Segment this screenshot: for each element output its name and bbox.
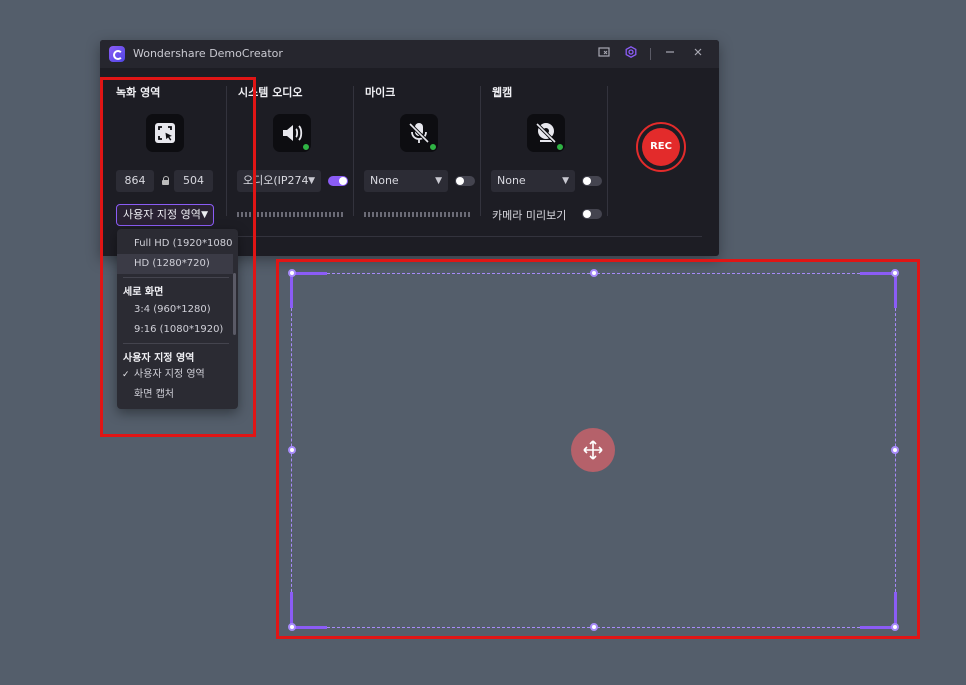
rec-button[interactable]: REC xyxy=(636,122,686,172)
section-divider xyxy=(480,86,481,216)
microphone-value: None xyxy=(370,174,399,187)
resize-handle-top-left[interactable] xyxy=(288,269,296,277)
screenshot-icon[interactable] xyxy=(597,46,611,60)
window-divider xyxy=(232,236,702,237)
corner-marker xyxy=(291,626,327,629)
title-bar-divider xyxy=(650,48,651,60)
move-icon[interactable] xyxy=(571,428,615,472)
settings-icon[interactable] xyxy=(624,46,638,60)
resize-handle-right[interactable] xyxy=(891,446,899,454)
resize-handle-bottom-right[interactable] xyxy=(891,623,899,631)
microphone-title: 마이크 xyxy=(365,86,396,99)
chevron-down-icon: ▼ xyxy=(435,176,442,186)
webcam-dropdown[interactable]: None ▼ xyxy=(491,170,575,192)
resize-handle-bottom-left[interactable] xyxy=(288,623,296,631)
microphone-dropdown[interactable]: None ▼ xyxy=(364,170,448,192)
system-audio-toggle[interactable] xyxy=(328,176,348,186)
speaker-icon[interactable] xyxy=(273,114,311,152)
resize-handle-bottom[interactable] xyxy=(590,623,598,631)
corner-marker xyxy=(291,272,327,275)
highlight-box-record-area xyxy=(100,77,256,437)
status-ok-dot xyxy=(556,143,564,151)
camera-preview-label: 카메라 미리보기 xyxy=(492,209,567,222)
resize-handle-top[interactable] xyxy=(590,269,598,277)
webcam-title: 웹캠 xyxy=(492,86,513,99)
status-ok-dot xyxy=(302,143,310,151)
corner-marker xyxy=(290,272,293,308)
resize-handle-left[interactable] xyxy=(288,446,296,454)
microphone-level-meter xyxy=(364,212,470,217)
section-divider xyxy=(607,86,608,216)
microphone-off-icon[interactable] xyxy=(400,114,438,152)
chevron-down-icon: ▼ xyxy=(562,176,569,186)
rec-button-label: REC xyxy=(642,128,680,166)
chevron-down-icon: ▼ xyxy=(308,176,315,186)
webcam-value: None xyxy=(497,174,526,187)
status-ok-dot xyxy=(429,143,437,151)
minimize-icon[interactable] xyxy=(663,46,677,60)
close-icon[interactable] xyxy=(691,46,705,60)
webcam-toggle[interactable] xyxy=(582,176,602,186)
section-divider xyxy=(353,86,354,216)
resize-handle-top-right[interactable] xyxy=(891,269,899,277)
title-bar: Wondershare DemoCreator xyxy=(100,40,719,68)
app-title: Wondershare DemoCreator xyxy=(133,47,283,60)
camera-preview-toggle[interactable] xyxy=(582,209,602,219)
corner-marker xyxy=(894,272,897,308)
webcam-off-icon[interactable] xyxy=(527,114,565,152)
app-logo-icon xyxy=(109,46,125,62)
microphone-toggle[interactable] xyxy=(455,176,475,186)
